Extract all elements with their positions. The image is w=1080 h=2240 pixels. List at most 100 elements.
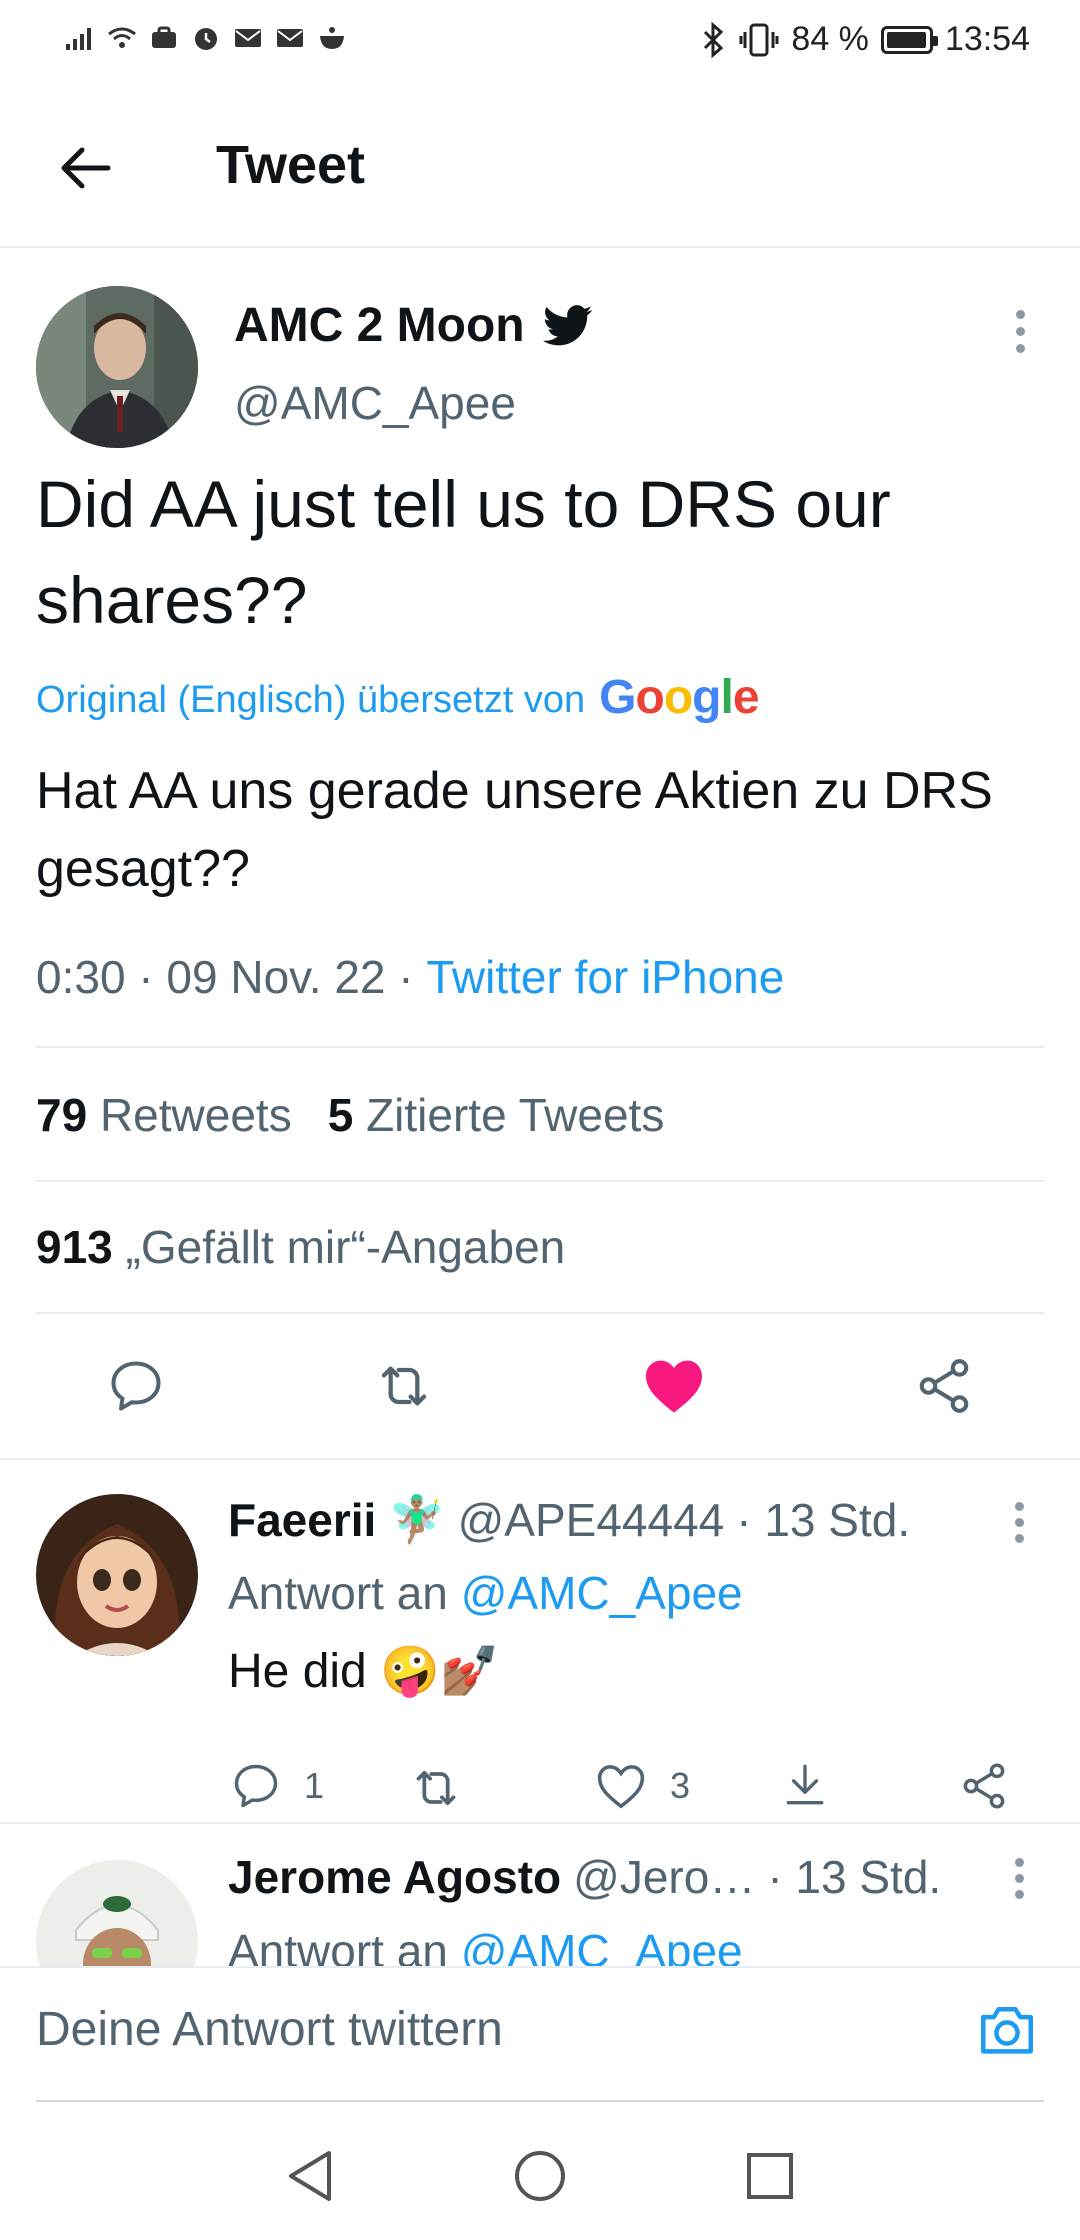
- share-icon: [919, 1359, 969, 1413]
- reply-share-button[interactable]: [958, 1760, 1010, 1812]
- reply-input[interactable]: Deine Antwort twittern: [36, 2002, 503, 2057]
- vibrate-icon: [739, 23, 779, 56]
- more-dot: [1014, 1502, 1024, 1511]
- app-header: Tweet: [0, 84, 1080, 248]
- reply-reply-button[interactable]: 1: [230, 1760, 324, 1812]
- retweets-label: Retweets: [99, 1089, 292, 1141]
- square-recents-icon: [747, 2153, 793, 2199]
- reply-action-bar: 1 3: [228, 1760, 1028, 1830]
- signal-icon: [66, 28, 91, 50]
- battery-percent: 84 %: [791, 20, 869, 58]
- tweet-text: Did AA just tell us to DRS our shares??: [36, 467, 891, 637]
- status-icons-right: 84 % 13:54: [699, 20, 1030, 59]
- more-dot: [1014, 1518, 1024, 1527]
- quotes-label: Zitierte Tweets: [366, 1089, 665, 1141]
- reply-to-handle-link[interactable]: @AMC_Apee: [461, 1925, 743, 1966]
- download-icon: [786, 1764, 824, 1805]
- likes-stats[interactable]: 913 „Gefällt mir“-Angaben: [36, 1220, 565, 1274]
- reply-author-name[interactable]: Jerome Agosto: [228, 1850, 561, 1904]
- author-handle[interactable]: @AMC_Apee: [234, 376, 516, 430]
- more-dot: [1014, 1858, 1024, 1867]
- divider: [36, 1046, 1044, 1048]
- status-icons-left: [64, 22, 348, 54]
- quotes-stat[interactable]: 5 Zitierte Tweets: [328, 1088, 665, 1142]
- reply-header: Faeerii 🧚🏽‍♂️ @APE44444 · 13 Std.: [228, 1492, 910, 1547]
- reply-more-button[interactable]: [1004, 1858, 1034, 1908]
- more-dot: [1015, 310, 1025, 319]
- camera-icon: [981, 2006, 1033, 2054]
- compose-underline: [36, 2100, 1044, 2102]
- camera-button[interactable]: [972, 1994, 1042, 2064]
- triangle-back-icon: [289, 2151, 331, 2201]
- reply-text-content: He did: [228, 1645, 367, 1698]
- retweet-icon: [416, 1770, 456, 1806]
- twitter-bird-icon: [542, 304, 592, 345]
- wifi-icon: [108, 27, 136, 48]
- avatar[interactable]: [36, 1494, 198, 1656]
- likes-count: 913: [36, 1221, 113, 1273]
- mail-icon: [235, 29, 261, 47]
- app-notification-icon: [320, 27, 344, 49]
- share-button[interactable]: [912, 1354, 976, 1418]
- like-button[interactable]: [642, 1354, 706, 1418]
- nav-back-button[interactable]: [270, 2136, 350, 2216]
- reply-compose-bar: Deine Antwort twittern: [0, 1966, 1080, 2102]
- translation-notice[interactable]: Original (Englisch) übersetzt von Google: [36, 674, 760, 722]
- reply-button[interactable]: [104, 1354, 168, 1418]
- reply-to-line: Antwort an @AMC_Apee: [228, 1566, 743, 1620]
- bluetooth-icon: [704, 21, 724, 58]
- arrow-left-icon: [61, 147, 111, 189]
- nav-home-button[interactable]: [500, 2136, 580, 2216]
- briefcase-icon: [152, 26, 176, 48]
- retweets-count: 79: [36, 1089, 88, 1141]
- more-dot: [1014, 1890, 1024, 1899]
- retweet-icon: [381, 1366, 427, 1406]
- reply-to-label: Antwort an: [228, 1567, 448, 1619]
- avatar-image: [36, 1860, 198, 1966]
- like-count: 3: [670, 1765, 691, 1806]
- avatar[interactable]: [36, 1860, 198, 1966]
- tweet-date: 09 Nov. 22: [166, 951, 386, 1003]
- meta-separator: ·: [125, 951, 167, 1003]
- author-name-text: AMC 2 Moon: [234, 299, 525, 352]
- retweets-stat[interactable]: 79 Retweets: [36, 1088, 292, 1142]
- reply-author-handle[interactable]: @Jero…: [573, 1850, 755, 1904]
- reply-header: Jerome Agosto @Jero… · 13 Std.: [228, 1850, 941, 1904]
- avatar-image: [36, 286, 198, 448]
- back-button[interactable]: [52, 136, 116, 200]
- heart-filled-icon: [646, 1360, 702, 1413]
- reply-icon: [111, 1361, 161, 1411]
- divider: [36, 1180, 1044, 1182]
- tweet-meta: 0:30 · 09 Nov. 22 · Twitter for iPhone: [36, 950, 784, 1004]
- more-options-button[interactable]: [1000, 310, 1040, 370]
- tweet-source-link[interactable]: Twitter for iPhone: [426, 950, 784, 1004]
- reply-to-handle-link[interactable]: @AMC_Apee: [461, 1567, 743, 1619]
- avatar[interactable]: [36, 286, 198, 448]
- nav-recents-button[interactable]: [730, 2136, 810, 2216]
- translation-label: Original (Englisch) übersetzt von: [36, 679, 586, 721]
- reply-author-handle[interactable]: @APE44444: [458, 1493, 725, 1547]
- circle-home-icon: [515, 2151, 565, 2201]
- reply-author-name[interactable]: Faeerii: [228, 1493, 376, 1547]
- more-dot: [1014, 1534, 1024, 1543]
- reply-time: · 13 Std.: [767, 1851, 942, 1903]
- meta-separator: ·: [385, 951, 427, 1003]
- reply-like-button[interactable]: 3: [594, 1760, 690, 1812]
- author-name[interactable]: AMC 2 Moon: [234, 298, 593, 353]
- retweet-button[interactable]: [372, 1354, 436, 1418]
- reply-download-button[interactable]: [780, 1760, 830, 1810]
- reply-text-emojis: 🤪💅🏽: [380, 1645, 500, 1698]
- more-dot: [1015, 327, 1025, 336]
- reply-more-button[interactable]: [1004, 1502, 1034, 1552]
- alarm-icon: [195, 28, 217, 50]
- reply-to-line: Antwort an @AMC_Apee: [228, 1924, 743, 1966]
- battery-level: [886, 31, 926, 48]
- reply-retweet-button[interactable]: [408, 1760, 464, 1816]
- avatar-image: [36, 1494, 198, 1656]
- more-dot: [1015, 344, 1025, 353]
- tweet-action-bar: [0, 1310, 1080, 1460]
- reply-tweet[interactable]: Jerome Agosto @Jero… · 13 Std. Antwort a…: [0, 1822, 1080, 1966]
- heart-outline-icon: [597, 1765, 645, 1809]
- tweet-time: 0:30: [36, 951, 126, 1003]
- clock: 13:54: [944, 20, 1030, 58]
